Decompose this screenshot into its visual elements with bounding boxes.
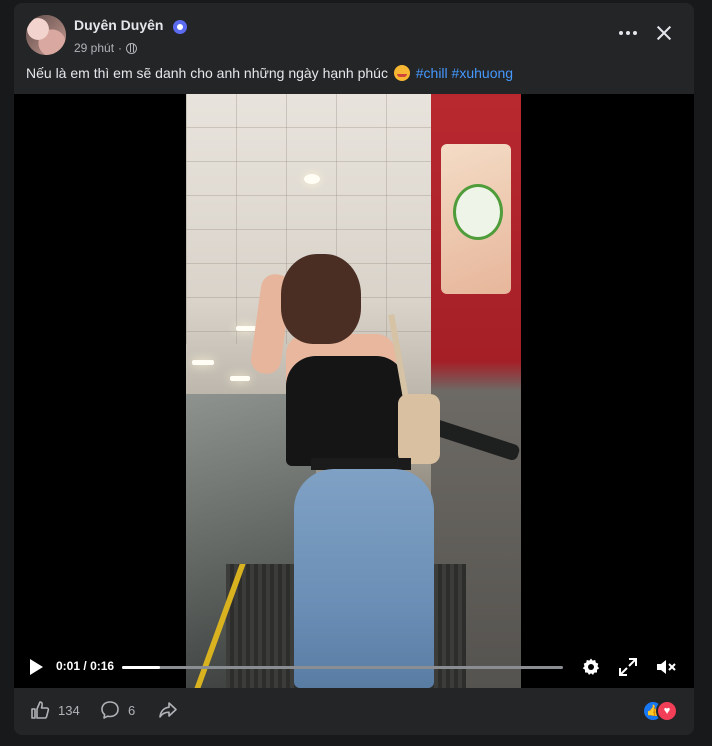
video-time: 0:01 / 0:16 [56, 659, 115, 673]
share-icon [159, 702, 177, 718]
verified-badge-icon [173, 20, 187, 34]
comment-button[interactable]: 6 [100, 696, 135, 724]
share-button[interactable] [158, 696, 178, 724]
hashtag-xuhuong[interactable]: #xuhuong [452, 65, 514, 81]
globe-icon [126, 42, 138, 54]
like-icon [31, 701, 50, 719]
avatar[interactable] [26, 15, 66, 55]
close-button[interactable] [650, 19, 678, 47]
video-player[interactable]: 0:01 / 0:16 [14, 94, 694, 688]
settings-gear-icon[interactable] [581, 657, 601, 677]
comment-count: 6 [128, 702, 136, 718]
store-poster [441, 144, 511, 294]
video-progress-fill [122, 666, 160, 669]
comment-icon [101, 701, 119, 719]
more-options-button[interactable] [614, 19, 642, 47]
video-progress-bar[interactable] [122, 666, 563, 669]
love-reaction-icon: ♥ [656, 700, 678, 722]
video-controls: 0:01 / 0:16 [14, 642, 694, 688]
mute-icon[interactable] [655, 657, 677, 677]
like-button[interactable]: 134 [30, 696, 80, 724]
author-name[interactable]: Duyên Duyên [74, 17, 163, 33]
post-actions: 134 6 👍 ♥ [14, 696, 694, 728]
caption-text: Nếu là em thì em sẽ danh cho anh những n… [26, 65, 388, 81]
more-icon [619, 31, 623, 35]
reaction-summary[interactable]: 👍 ♥ [642, 700, 682, 722]
fullscreen-icon[interactable] [618, 657, 638, 677]
post-time[interactable]: 29 phút [74, 41, 114, 55]
smiling-hearts-emoji-icon [393, 65, 410, 81]
like-count: 134 [58, 702, 80, 718]
play-icon[interactable] [30, 659, 43, 675]
post-meta: 29 phút · [74, 41, 138, 55]
hashtag-chill[interactable]: #chill [416, 65, 448, 81]
post-caption: Nếu là em thì em sẽ danh cho anh những n… [26, 65, 513, 81]
post-card: Duyên Duyên 29 phút · Nếu là em thì em s… [14, 3, 694, 735]
video-frame [186, 94, 521, 688]
